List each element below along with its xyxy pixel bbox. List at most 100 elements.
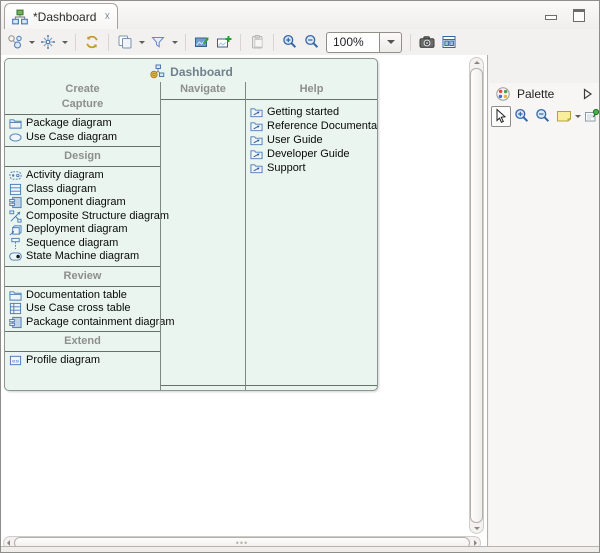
window-layout-button[interactable] [438,31,460,53]
dashboard-link-package-containment-diagram[interactable]: Package containment diagram [5,316,160,330]
main-area: Dashboard Create CapturePackage diagramU… [1,55,599,547]
vertical-scrollbar[interactable] [469,57,484,534]
dashboard-icon [149,64,165,80]
help-folder-icon [250,134,263,147]
dashboard-link-composite-structure-diagram[interactable]: Composite Structure diagram [5,210,160,224]
editor-tab-bar: *Dashboard ☓ [1,1,599,29]
editor-tab-dashboard[interactable]: *Dashboard ☓ [4,3,118,29]
usecase-diagram-icon [9,131,22,144]
filter-dropdown[interactable] [169,31,180,53]
zoom-out-icon [304,34,320,50]
dashboard-link-deployment-diagram[interactable]: Deployment diagram [5,223,160,237]
minimize-view-button[interactable] [545,15,557,20]
layout-graph-icon [40,34,56,50]
deployment-diagram-icon [9,223,22,236]
model-tree-icon [12,9,28,25]
dashboard-link-activity-diagram[interactable]: Activity diagram [5,169,160,183]
copy-appearance-button[interactable] [114,31,136,53]
section-header-extend: Extend [5,334,160,349]
vertical-scrollbar-thumb[interactable] [470,68,483,523]
dashboard-link-documentation-table[interactable]: Documentation table [5,289,160,303]
add-image-button[interactable] [213,31,235,53]
dashboard-link-user-guide[interactable]: User Guide [246,134,377,148]
diagram-toolbar: 100% [1,29,488,55]
dashboard-columns: Create Capture Package diagramUse Case di… [5,82,377,390]
help-column-header: Help [246,82,377,97]
diagram-nodes-icon [7,34,23,50]
diagram-canvas[interactable]: Dashboard Create CapturePackage diagramU… [1,55,488,547]
paste-button [246,31,268,53]
palette-zoom-out-tool[interactable] [533,106,553,127]
select-tool[interactable] [491,106,511,127]
diagram-nodes-button[interactable] [4,31,26,53]
create-column-header: Create [5,82,160,97]
section-header-capture: Capture [5,97,160,112]
crosstable-icon [9,302,22,315]
section-header-design: Design [5,149,160,164]
zoom-out-button[interactable] [301,31,323,53]
zoom-level-combo: 100% [326,32,402,53]
scroll-up-arrow-icon[interactable] [474,61,480,64]
filter-button[interactable] [147,31,169,53]
zoom-level-value[interactable]: 100% [326,32,379,53]
component-diagram-icon [9,196,22,209]
palette-title: Palette [517,87,554,101]
navigate-column-header: Navigate [161,82,245,97]
camera-button[interactable] [416,31,438,53]
divider [5,266,160,267]
palette-header[interactable]: Palette [489,83,599,105]
help-column: Help Getting startedReference Documentat… [245,82,377,390]
zoom-in-button[interactable] [279,31,301,53]
divider [5,351,160,352]
create-sections: Capture Package diagramUse Case diagram De… [5,97,160,368]
dashboard-link-profile-diagram[interactable]: «»Profile diagram [5,354,160,368]
note-tool-dropdown[interactable] [575,107,581,125]
sync-model-icon [84,34,100,50]
toolbar-separator [108,34,109,51]
sync-model-button[interactable] [81,31,103,53]
help-folder-icon [250,106,263,119]
dashboard-link-component-diagram[interactable]: Component diagram [5,196,160,210]
dashboard-link-developer-guide[interactable]: Developer Guide [246,148,377,162]
zoom-in-icon [514,108,530,124]
export-image-button[interactable] [191,31,213,53]
dashboard-link-support[interactable]: Support [246,162,377,176]
dashboard-link-package-diagram[interactable]: Package diagram [5,117,160,131]
divider [246,99,377,100]
dashboard-link-state-machine-diagram[interactable]: State Machine diagram [5,250,160,264]
activity-diagram-icon [9,169,22,182]
documentation-table-icon [9,289,22,302]
copy-appearance-dropdown[interactable] [136,31,147,53]
filter-icon [150,34,166,50]
layout-graph-button[interactable] [37,31,59,53]
layout-graph-dropdown[interactable] [59,31,70,53]
dashboard-link-getting-started[interactable]: Getting started [246,106,377,120]
divider [161,99,245,100]
sequence-diagram-icon [9,237,22,250]
scroll-down-arrow-icon[interactable] [474,527,480,530]
dashboard-link-reference-documentation[interactable]: Reference Documentation [246,120,377,134]
toolbar-separator [185,34,186,51]
close-icon[interactable]: ☓ [104,10,110,23]
copy-appearance-icon [117,34,133,50]
dashboard-link-use-case-cross-table[interactable]: Use Case cross table [5,302,160,316]
palette-collapse-arrow-icon[interactable] [583,88,593,100]
state-machine-diagram-icon [9,250,22,263]
profile-diagram-icon: «» [9,354,22,367]
note-tool[interactable] [554,106,574,127]
dashboard-link-sequence-diagram[interactable]: Sequence diagram [5,237,160,251]
dashboard-link-use-case-diagram[interactable]: Use Case diagram [5,131,160,145]
palette-zoom-in-tool[interactable] [512,106,532,127]
diagram-nodes-dropdown[interactable] [26,31,37,53]
palette-icon [495,86,511,102]
divider [246,385,377,386]
zoom-in-icon [282,34,298,50]
pinned-note-icon [584,108,600,124]
pinned-note-tool[interactable] [582,106,600,127]
zoom-level-dropdown[interactable] [379,32,402,53]
divider [5,146,160,147]
tab-title: *Dashboard [33,10,96,24]
maximize-view-button[interactable] [573,9,585,22]
dashboard-panel: Dashboard Create CapturePackage diagramU… [4,58,378,391]
dashboard-link-class-diagram[interactable]: Class diagram [5,183,160,197]
